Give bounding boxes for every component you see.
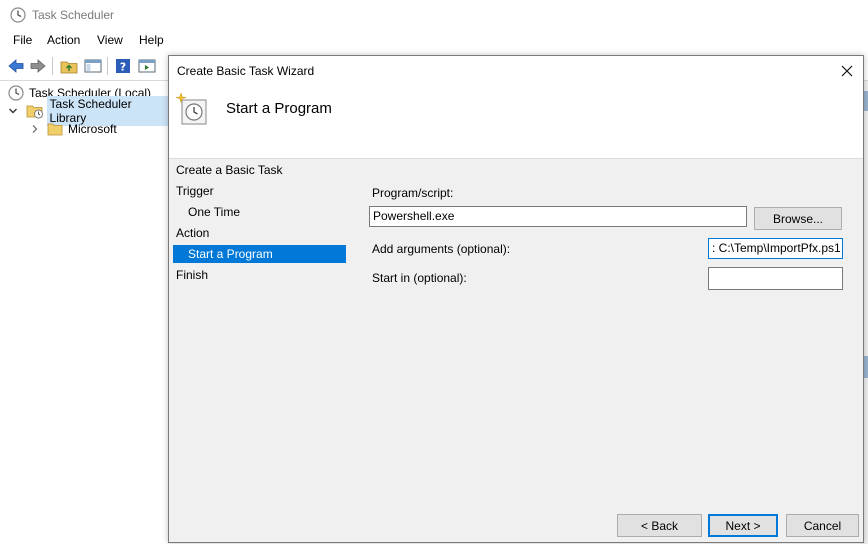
create-basic-task-wizard: Create Basic Task Wizard Start a Program… [168, 55, 864, 543]
menu-action[interactable]: Action [45, 33, 82, 47]
program-script-input[interactable]: Powershell.exe [369, 206, 747, 227]
add-arguments-value: : C:\Temp\ImportPfx.ps1 [712, 241, 841, 255]
show-hide-tree-icon[interactable] [83, 56, 103, 76]
text-caret [841, 241, 842, 256]
tree-item-library[interactable]: Task Scheduler Library [8, 96, 170, 126]
start-in-label: Start in (optional): [372, 271, 467, 285]
back-arrow-icon[interactable] [6, 56, 26, 76]
next-button[interactable]: Next > [708, 514, 778, 537]
back-button[interactable]: < Back [617, 514, 702, 537]
folder-clock-icon [26, 103, 44, 119]
clock-icon [10, 7, 26, 26]
app-titlebar: Task Scheduler [0, 0, 868, 30]
menu-help[interactable]: Help [137, 33, 166, 47]
wizard-body: Create a Basic Task Trigger One Time Act… [169, 159, 863, 542]
add-arguments-input[interactable]: : C:\Temp\ImportPfx.ps1 [708, 238, 843, 259]
action-pane-icon[interactable] [137, 56, 157, 76]
navigation-tree: Task Scheduler (Local) Task Scheduler Li… [0, 81, 170, 544]
svg-text:?: ? [120, 61, 126, 74]
menu-file[interactable]: File [11, 33, 34, 47]
program-script-label: Program/script: [372, 186, 454, 200]
tree-item-label: Microsoft [68, 122, 117, 136]
toolbar-separator [107, 57, 108, 75]
task-wizard-icon [175, 92, 209, 129]
tree-item-microsoft[interactable]: Microsoft [30, 120, 117, 138]
toolbar-separator [52, 57, 53, 75]
menu-view[interactable]: View [95, 33, 125, 47]
browse-button[interactable]: Browse... [754, 207, 842, 230]
wizard-header: Start a Program [169, 84, 863, 159]
wizard-heading: Start a Program [226, 100, 332, 117]
app-title: Task Scheduler [32, 8, 115, 22]
dialog-title: Create Basic Task Wizard [177, 64, 315, 78]
step-action: Action [176, 226, 210, 240]
chevron-down-icon[interactable] [8, 106, 20, 116]
step-one-time: One Time [188, 205, 241, 219]
menubar: File Action View Help [0, 30, 868, 52]
clock-icon [8, 85, 24, 101]
forward-arrow-icon[interactable] [28, 56, 48, 76]
folder-icon [47, 122, 63, 136]
help-icon[interactable]: ? [113, 56, 133, 76]
step-create-basic-task: Create a Basic Task [176, 163, 283, 177]
chevron-right-icon[interactable] [30, 124, 42, 134]
close-icon[interactable] [836, 60, 858, 82]
up-folder-icon[interactable] [59, 56, 79, 76]
step-finish: Finish [176, 268, 209, 282]
step-start-a-program: Start a Program [173, 245, 346, 263]
cancel-button[interactable]: Cancel [786, 514, 859, 537]
add-arguments-label: Add arguments (optional): [372, 242, 511, 256]
start-in-input[interactable] [708, 267, 843, 290]
step-trigger: Trigger [176, 184, 214, 198]
